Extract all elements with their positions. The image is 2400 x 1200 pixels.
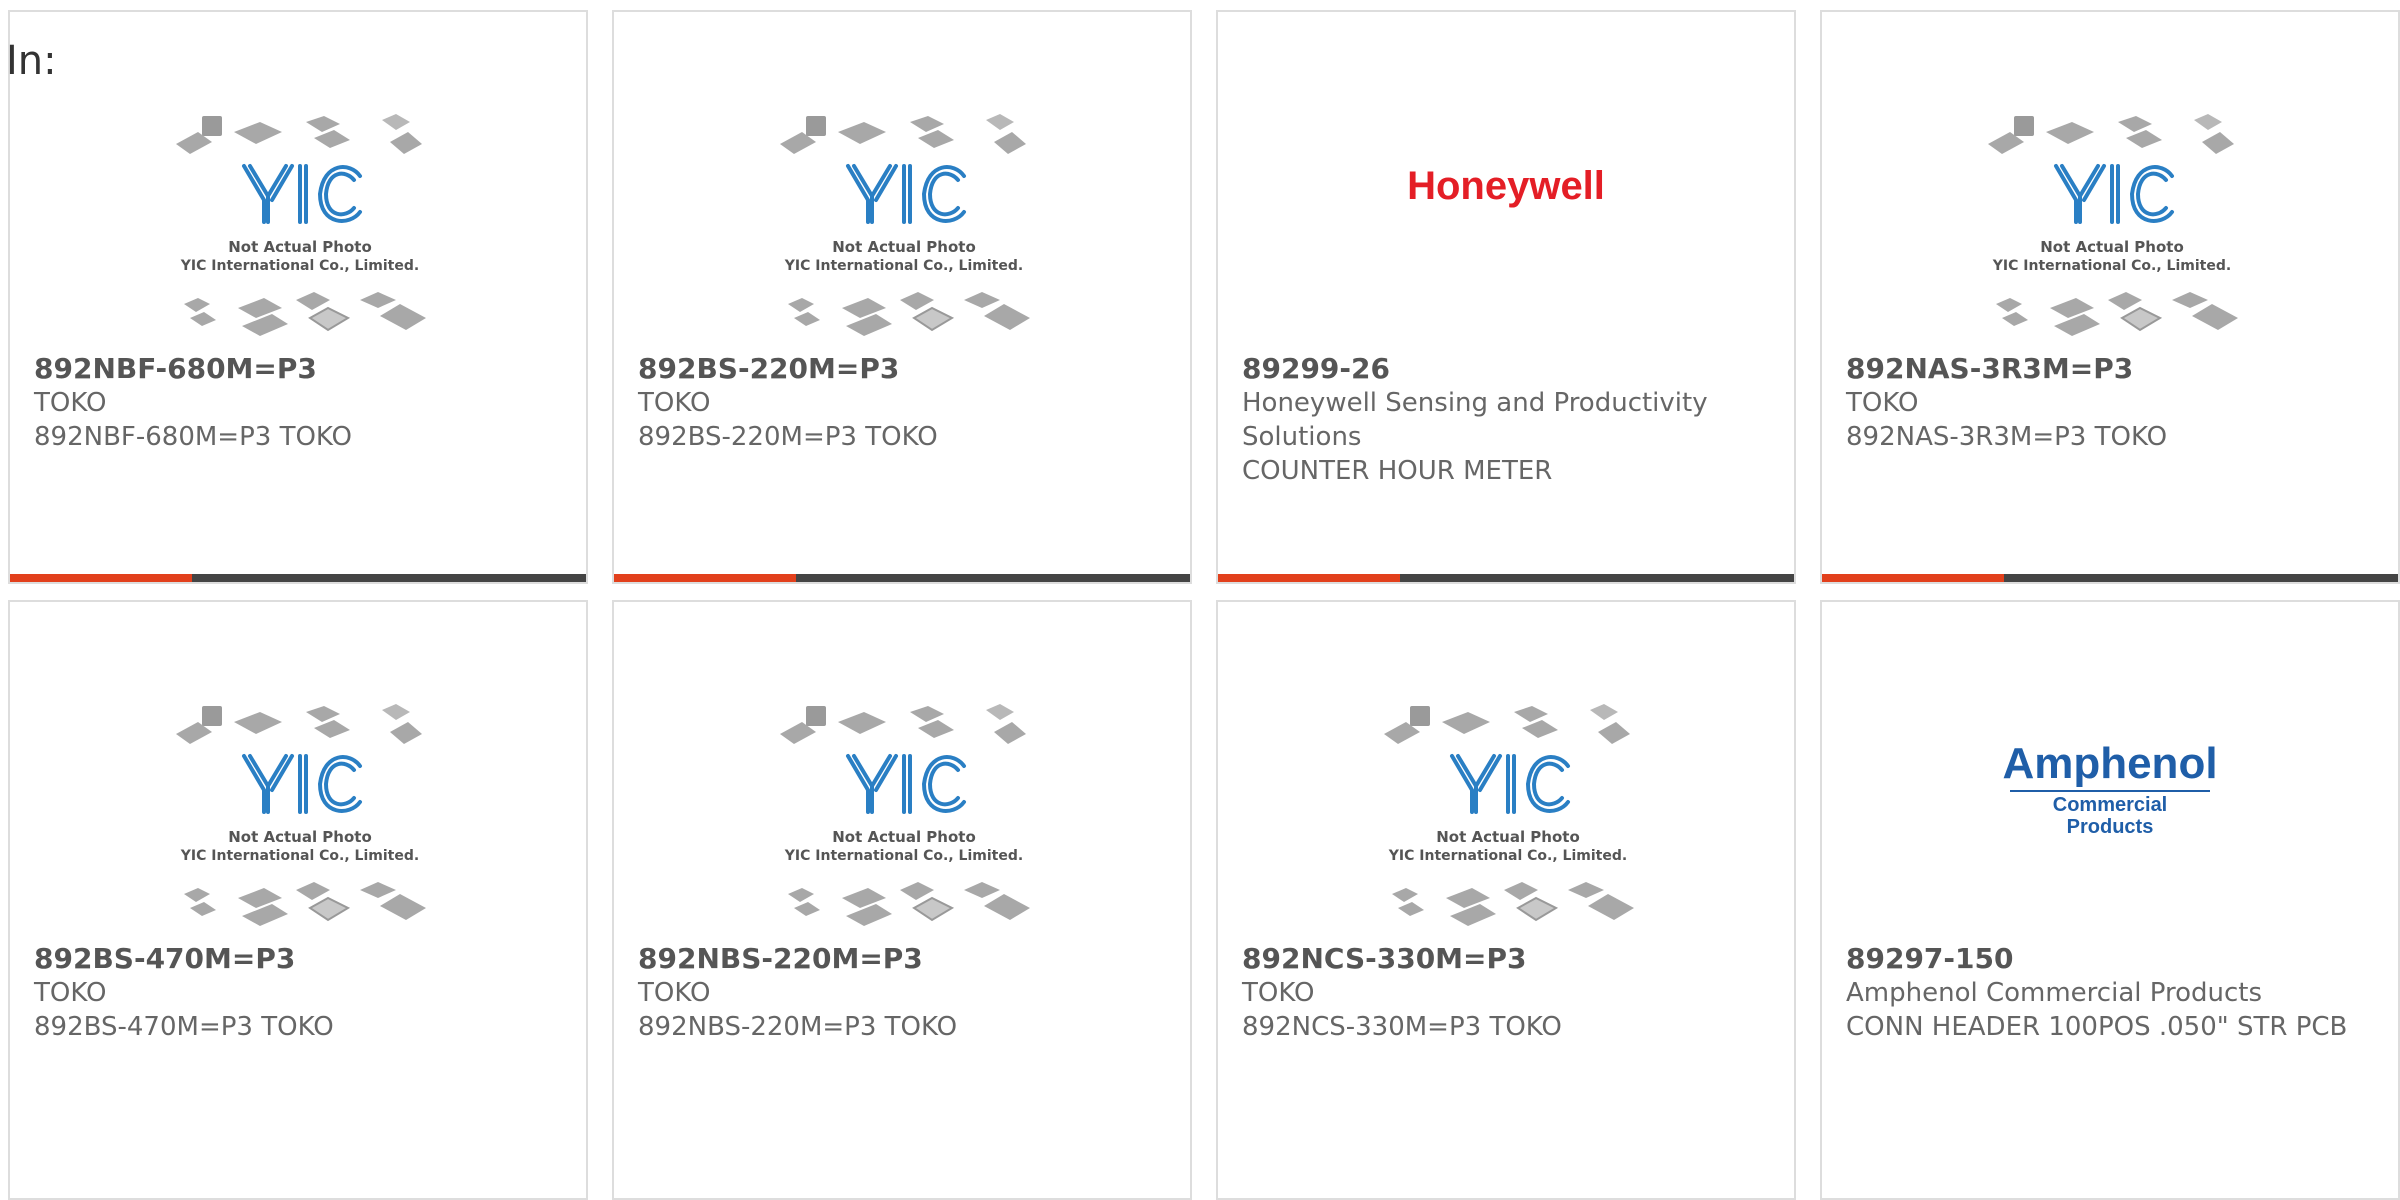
manufacturer-name: Honeywell Sensing and Productivity Solut… [1242,388,1708,452]
part-number-link[interactable]: 892BS-470M=P3 [34,942,562,976]
in-label: In: [6,38,57,84]
product-description: 892NBF-680M=P3 TOKO [34,422,353,452]
product-info: 892BS-220M=P3 TOKO 892BS-220M=P3 TOKO [638,352,1166,454]
product-card[interactable]: Not Actual Photo YIC International Co., … [1820,10,2400,584]
product-card[interactable]: Not Actual Photo YIC International Co., … [8,600,588,1200]
product-card[interactable]: Honeywell 89299-26 Honeywell Sensing and P… [1216,10,1796,584]
amphenol-logo[interactable]: Amphenol Commercial Products [1822,739,2398,839]
svg-text:YIC International Co., Limited: YIC International Co., Limited. [180,258,419,274]
product-card[interactable]: Not Actual Photo YIC International Co., … [612,600,1192,1200]
part-number-link[interactable]: 89297-150 [1846,942,2374,976]
product-description: 892NAS-3R3M=P3 TOKO [1846,422,2168,452]
manufacturer-name: TOKO [1242,978,1315,1008]
card-bar-accent [10,574,192,582]
product-info: 892NAS-3R3M=P3 TOKO 892NAS-3R3M=P3 TOKO [1846,352,2374,454]
card-bar-accent [1822,574,2004,582]
product-card[interactable]: Not Actual Photo YIC International Co., … [1216,600,1796,1200]
part-number-link[interactable]: 892NCS-330M=P3 [1242,942,1770,976]
card-bottom-bar [614,574,1190,582]
svg-text:YIC International Co., Limited: YIC International Co., Limited. [1388,848,1627,864]
product-card[interactable]: Amphenol Commercial Products 89297-150 Amph… [1820,600,2400,1200]
amphenol-logo-sub: Commercial Products [2010,790,2210,838]
card-bottom-bar [1822,574,2398,582]
svg-text:YIC International Co., Limited: YIC International Co., Limited. [784,258,1023,274]
product-placeholder-image[interactable]: Not Actual Photo YIC International Co., … [164,694,436,942]
svg-text:Not Actual Photo: Not Actual Photo [228,238,372,256]
card-bar-accent [614,574,796,582]
svg-text:YIC International Co., Limited: YIC International Co., Limited. [784,848,1023,864]
part-number-link[interactable]: 892NAS-3R3M=P3 [1846,352,2374,386]
svg-text:Not Actual Photo: Not Actual Photo [832,238,976,256]
product-description: 892BS-220M=P3 TOKO [638,422,938,452]
card-bottom-bar [1218,574,1794,582]
product-info: 892NBF-680M=P3 TOKO 892NBF-680M=P3 TOKO [34,352,562,454]
product-info: 892NCS-330M=P3 TOKO 892NCS-330M=P3 TOKO [1242,942,1770,1044]
product-placeholder-image[interactable]: Not Actual Photo YIC International Co., … [768,694,1040,942]
product-info: 89299-26 Honeywell Sensing and Productivi… [1242,352,1770,488]
svg-text:Not Actual Photo: Not Actual Photo [228,828,372,846]
svg-text:YIC International Co., Limited: YIC International Co., Limited. [180,848,419,864]
manufacturer-name: Amphenol Commercial Products [1846,978,2262,1008]
product-description: 892BS-470M=P3 TOKO [34,1012,334,1042]
part-number-link[interactable]: 892BS-220M=P3 [638,352,1166,386]
honeywell-logo[interactable]: Honeywell [1218,164,1794,209]
svg-text:YIC International Co., Limited: YIC International Co., Limited. [1992,258,2231,274]
part-number-link[interactable]: 892NBF-680M=P3 [34,352,562,386]
product-placeholder-image[interactable]: Not Actual Photo YIC International Co., … [768,104,1040,352]
manufacturer-name: TOKO [34,388,107,418]
manufacturer-name: TOKO [638,388,711,418]
product-description: CONN HEADER 100POS .050" STR PCB [1846,1012,2348,1042]
amphenol-logo-main: Amphenol [2002,739,2218,788]
manufacturer-name: TOKO [34,978,107,1008]
svg-text:Not Actual Photo: Not Actual Photo [2040,238,2184,256]
product-description: 892NBS-220M=P3 TOKO [638,1012,958,1042]
part-number-link[interactable]: 892NBS-220M=P3 [638,942,1166,976]
product-info: 892BS-470M=P3 TOKO 892BS-470M=P3 TOKO [34,942,562,1044]
product-placeholder-image[interactable]: Not Actual Photo YIC International Co., … [164,104,436,352]
svg-text:Not Actual Photo: Not Actual Photo [832,828,976,846]
product-description: 892NCS-330M=P3 TOKO [1242,1012,1562,1042]
product-placeholder-image[interactable]: Not Actual Photo YIC International Co., … [1372,694,1644,942]
card-bottom-bar [10,574,586,582]
product-card[interactable]: Not Actual Photo YIC International Co., … [8,10,588,584]
product-info: 89297-150 Amphenol Commercial Products CON… [1846,942,2374,1044]
manufacturer-name: TOKO [1846,388,1919,418]
manufacturer-name: TOKO [638,978,711,1008]
product-description: COUNTER HOUR METER [1242,456,1553,486]
product-card[interactable]: Not Actual Photo YIC International Co., … [612,10,1192,584]
part-number-link[interactable]: 89299-26 [1242,352,1770,386]
svg-text:Not Actual Photo: Not Actual Photo [1436,828,1580,846]
product-placeholder-image[interactable]: Not Actual Photo YIC International Co., … [1976,104,2248,352]
card-bar-accent [1218,574,1400,582]
product-info: 892NBS-220M=P3 TOKO 892NBS-220M=P3 TOKO [638,942,1166,1044]
